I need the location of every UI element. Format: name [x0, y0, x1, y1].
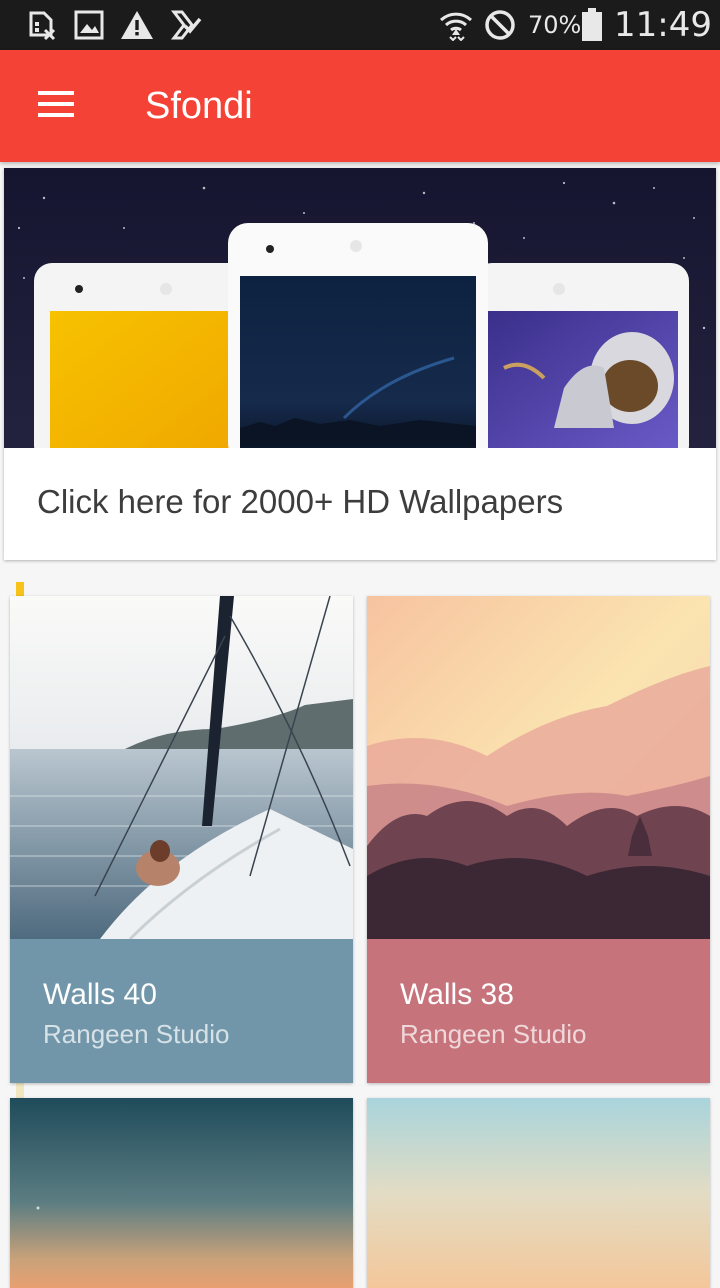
menu-button[interactable] — [22, 76, 90, 136]
sim-error-icon — [24, 9, 58, 41]
clock: 11:49 — [614, 5, 712, 45]
wallpaper-thumbnail — [367, 1098, 710, 1288]
battery-percent: 70% — [528, 11, 582, 39]
wallpaper-card[interactable]: Walls 40 Rangeen Studio — [10, 596, 353, 1083]
menu-icon — [38, 90, 74, 122]
app-title: Sfondi — [145, 85, 253, 127]
promo-banner-image — [4, 168, 716, 448]
checklist-icon — [169, 9, 203, 41]
wallpaper-title: Walls 38 — [400, 978, 514, 1011]
do-not-disturb-icon — [483, 9, 517, 41]
wallpapers-promo-card[interactable]: Click here for 2000+ HD Wallpapers — [4, 168, 716, 560]
wallpaper-thumbnail — [10, 596, 353, 939]
app-bar: Sfondi — [0, 50, 720, 162]
promo-text: Click here for 2000+ HD Wallpapers — [37, 483, 564, 520]
wallpaper-author: Rangeen Studio — [43, 1019, 230, 1049]
wallpaper-thumbnail — [10, 1098, 353, 1288]
wallpaper-card[interactable] — [367, 1098, 710, 1288]
wallpaper-card[interactable] — [10, 1098, 353, 1288]
battery-icon — [580, 8, 604, 41]
image-icon — [72, 9, 106, 41]
wallpaper-info: Walls 40 Rangeen Studio — [10, 939, 353, 1083]
wallpaper-info: Walls 38 Rangeen Studio — [367, 939, 710, 1083]
warning-icon — [119, 9, 155, 41]
wifi-icon — [438, 9, 474, 41]
status-bar: 70% 11:49 — [0, 0, 720, 50]
wallpaper-author: Rangeen Studio — [400, 1019, 587, 1049]
wallpaper-card[interactable]: Walls 38 Rangeen Studio — [367, 596, 710, 1083]
wallpaper-title: Walls 40 — [43, 978, 157, 1011]
wallpaper-thumbnail — [367, 596, 710, 939]
